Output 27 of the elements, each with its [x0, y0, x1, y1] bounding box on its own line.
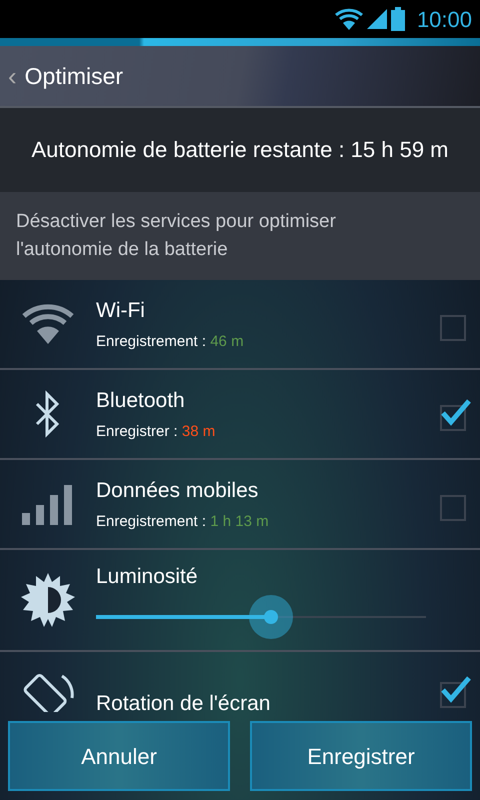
signal-icon — [366, 9, 387, 29]
setting-title: Wi-Fi — [96, 299, 145, 322]
battery-remaining-text: Autonomie de batterie restante : 15 h 59 m — [31, 136, 449, 164]
checkbox[interactable] — [440, 674, 472, 708]
bluetooth-icon — [34, 390, 62, 438]
action-button[interactable]: Annuler — [8, 721, 230, 791]
wifi-icon — [22, 304, 74, 344]
saving-value: 38 m — [182, 422, 216, 440]
setting-title: Données mobiles — [96, 479, 258, 502]
saving-value: 1 h 13 m — [210, 512, 269, 530]
battery-icon — [390, 7, 405, 31]
signal-bars-icon — [22, 483, 74, 525]
checkbox[interactable] — [440, 397, 472, 431]
screen-title: Optimiser — [24, 62, 124, 91]
saving-value: 46 m — [210, 332, 244, 350]
back-icon[interactable]: ‹ — [8, 63, 17, 89]
setting-subtitle: Enregistrement : — [96, 512, 206, 530]
setting-title: Luminosité — [96, 565, 198, 588]
wifi-icon — [334, 8, 363, 30]
action-button[interactable]: Enregistrer — [250, 721, 472, 791]
description-text: Désactiver les services pour optimiser l'autonomie de la batterie — [16, 210, 337, 262]
setting-title: Bluetooth — [96, 389, 185, 412]
clock: 10:00 — [416, 6, 472, 34]
setting-title: Rotation de l'écran — [96, 692, 270, 712]
setting-subtitle: Enregistrement : — [96, 332, 206, 350]
brightness-icon — [21, 573, 75, 627]
setting-subtitle: Enregistrer : — [96, 422, 178, 440]
